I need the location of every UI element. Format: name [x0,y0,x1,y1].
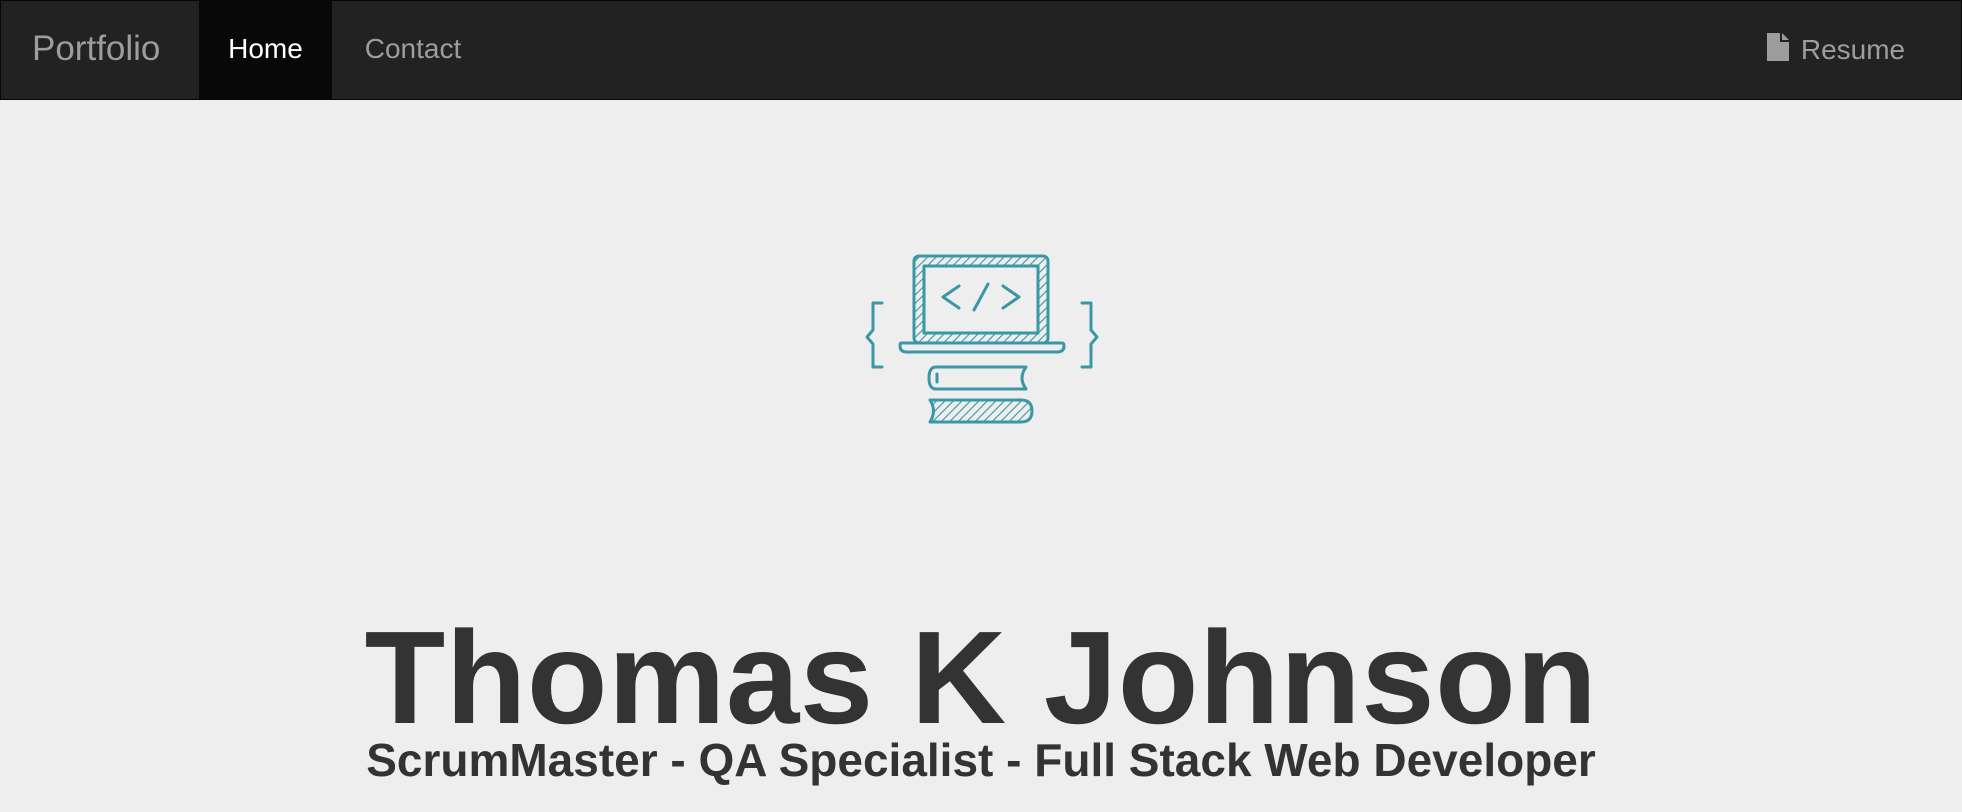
laptop-code-books-icon [851,248,1111,433]
file-icon [1766,33,1789,61]
top-navbar: Portfolio Home Contact Resume [0,0,1962,100]
brand-link[interactable]: Portfolio [1,1,191,99]
hero-tagline: ScrumMaster - QA Specialist - Full Stack… [366,734,1596,787]
nav-contact-link[interactable]: Contact [332,1,494,99]
nav-home-link[interactable]: Home [199,1,332,99]
resume-label: Resume [1800,34,1906,65]
resume-link[interactable]: Resume [1746,1,1926,99]
